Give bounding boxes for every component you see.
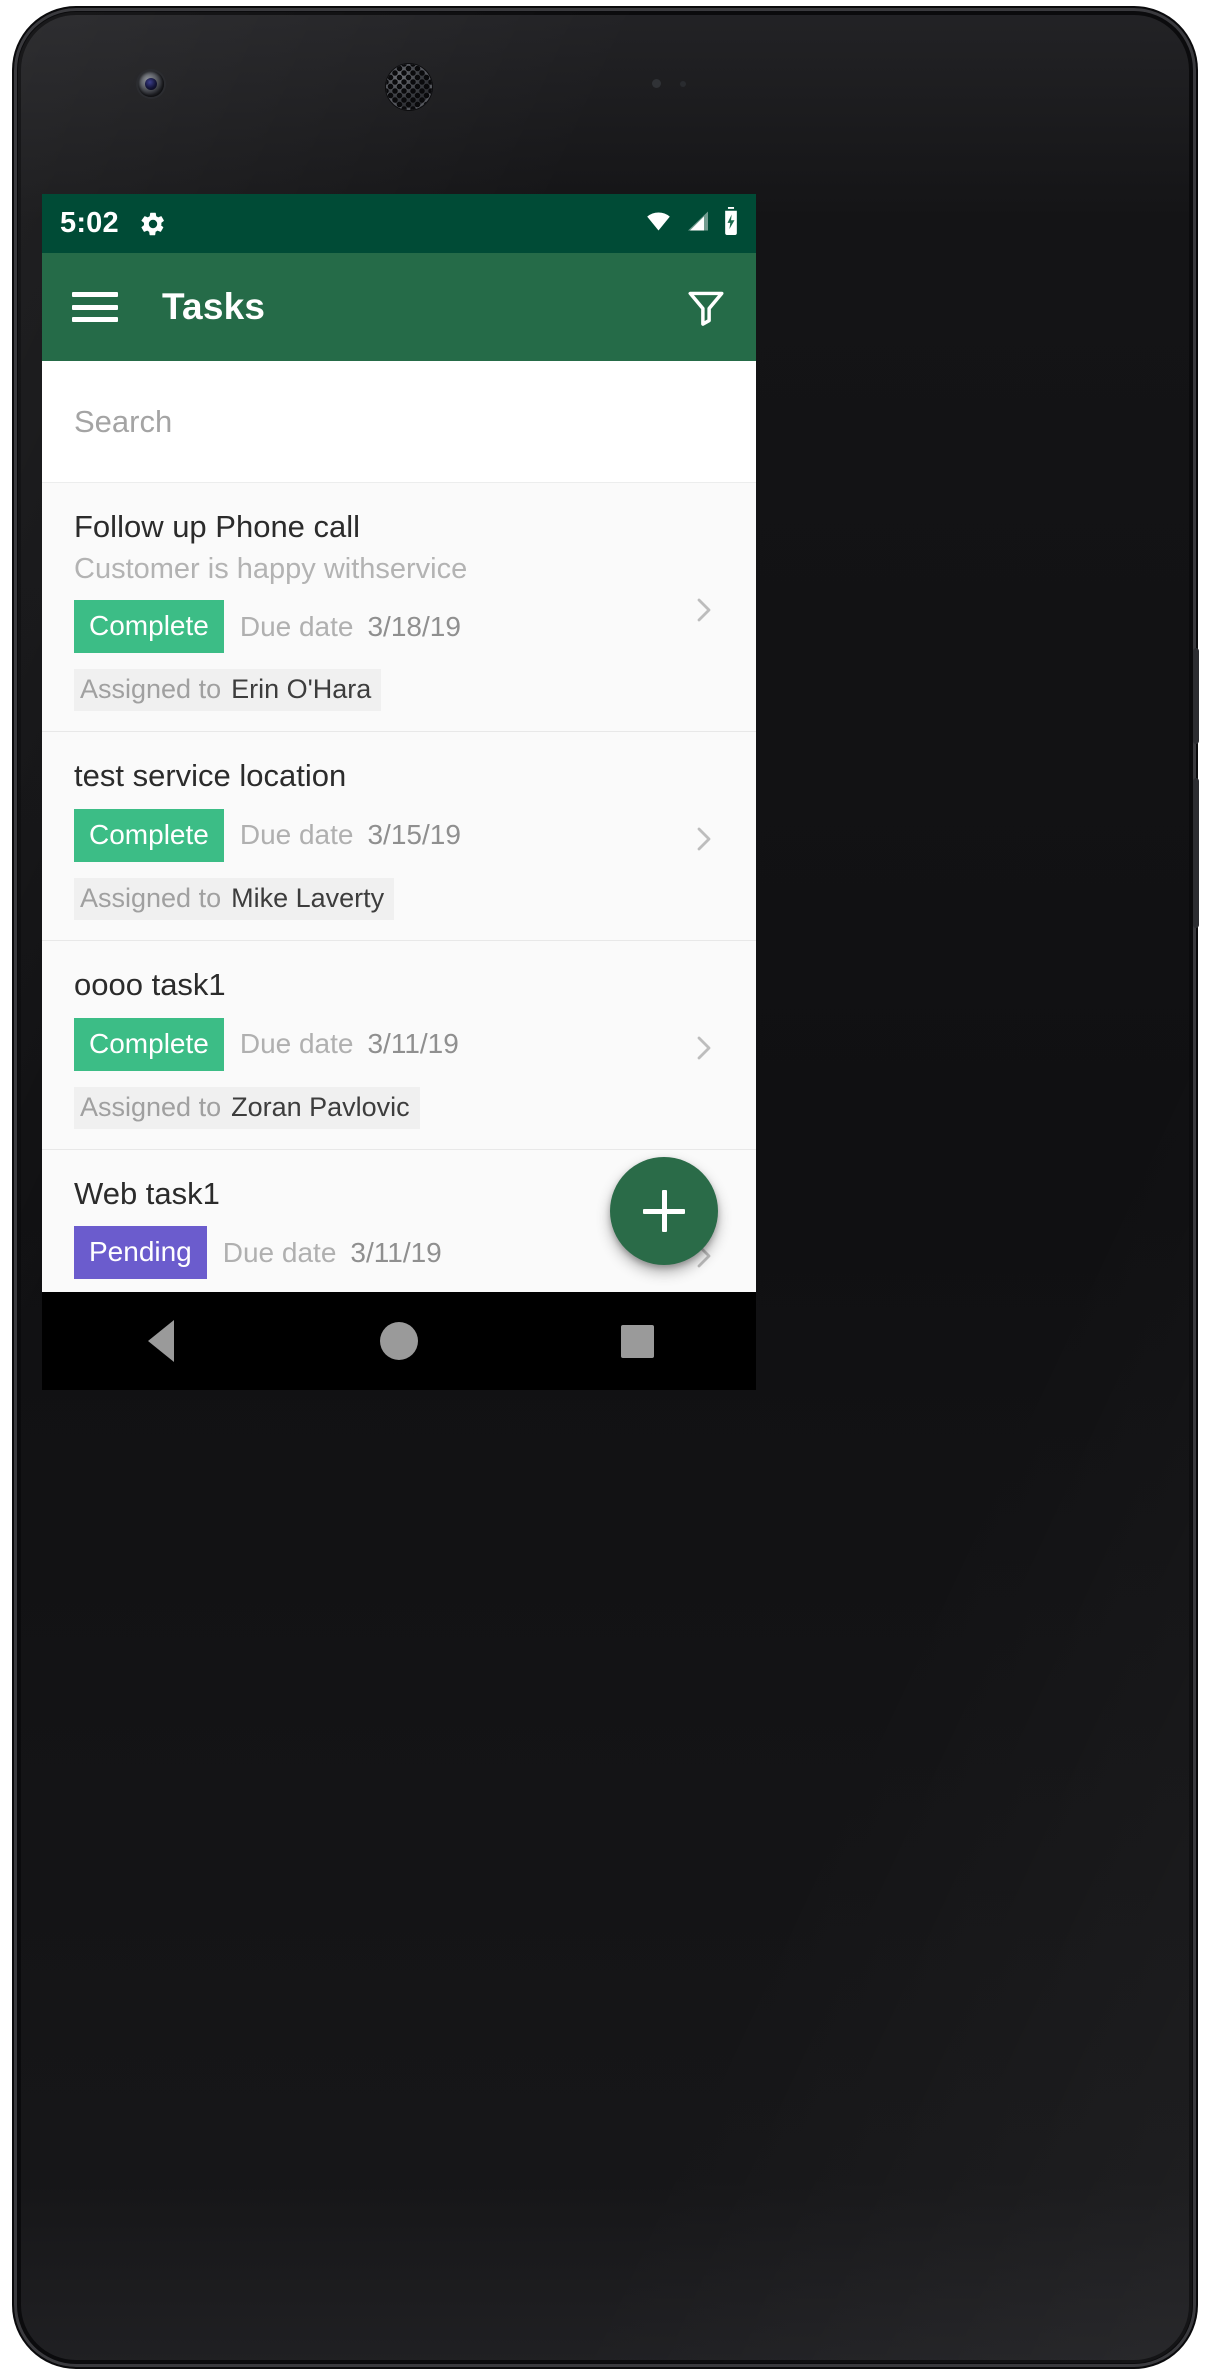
task-title: oooo task1 [74,966,226,1002]
assignee-name: Mike Laverty [231,882,385,913]
power-button[interactable] [1193,648,1199,744]
assigned-to-row: Assigned to Zoran Pavlovic [74,1086,420,1129]
due-date-value: 3/11/19 [367,1028,459,1060]
task-list-item[interactable]: oooo task1 Complete Due date 3/11/19 Ass… [42,940,756,1150]
task-content: oooo task1 Complete Due date 3/11/19 Ass… [74,967,670,1129]
due-date-value: 3/18/19 [367,610,461,642]
task-list-item[interactable]: test service location Complete Due date … [42,732,756,941]
task-title: Follow up Phone call [74,509,361,544]
due-date-label: Due date [222,1236,337,1268]
task-content: Follow up Phone call Customer is happy w… [74,509,670,712]
android-navigation-bar [42,1292,756,1390]
assigned-to-row: Assigned to Erin O'Hara [74,669,382,712]
nav-recents-button[interactable] [577,1292,697,1390]
gear-icon [139,210,167,238]
phone-screen: 5:02 Tasks Search Follow up Phone call C… [42,194,756,1390]
earpiece-speaker-icon [386,64,432,110]
task-meta: Complete Due date 3/15/19 [74,808,670,862]
assigned-to-row: Assigned to Mike Laverty [74,877,395,920]
due-date-value: 3/11/19 [350,1236,442,1268]
hamburger-menu-icon[interactable] [72,287,118,327]
cellular-signal-icon [684,209,712,238]
search-input[interactable] [74,403,724,440]
search-field[interactable] [42,361,756,483]
proximity-sensor-icon [652,79,661,88]
task-subtitle: Customer is happy withservice [74,552,468,585]
page-title: Tasks [162,286,266,327]
add-task-fab[interactable] [610,1157,718,1265]
assignee-name: Erin O'Hara [231,674,372,705]
nav-back-triangle-icon [148,1320,174,1362]
status-badge: Complete [74,600,224,654]
volume-button[interactable] [1193,778,1199,928]
status-bar-indicators [643,207,740,240]
due-date-label: Due date [239,1028,354,1060]
due-date-label: Due date [239,819,354,851]
status-badge: Complete [74,808,224,862]
ambient-light-sensor-icon [680,81,686,87]
front-camera-icon [138,71,164,97]
nav-home-circle-icon [380,1322,418,1360]
battery-charging-icon [722,207,740,240]
nav-back-button[interactable] [101,1292,221,1390]
task-list-item[interactable]: Follow up Phone call Customer is happy w… [42,483,756,733]
status-bar-clock: 5:02 [60,207,119,239]
assignee-name: Zoran Pavlovic [231,1091,410,1122]
status-bar: 5:02 [42,194,756,253]
app-bar: Tasks [42,253,756,361]
nav-home-button[interactable] [339,1292,459,1390]
status-badge: Pending [74,1226,207,1280]
task-content: test service location Complete Due date … [74,758,670,920]
task-meta: Complete Due date 3/18/19 [74,600,670,654]
nav-recents-square-icon [620,1324,654,1358]
task-meta: Pending Due date 3/11/19 [74,1226,670,1280]
task-meta: Complete Due date 3/11/19 [74,1017,670,1071]
task-title: Web task1 [74,1175,220,1211]
chevron-right-icon[interactable] [680,594,726,626]
assigned-to-label: Assigned to [80,882,222,913]
status-badge: Complete [74,1017,224,1071]
due-date-label: Due date [239,610,354,642]
assigned-to-label: Assigned to [80,674,222,705]
filter-funnel-icon[interactable] [684,285,728,329]
chevron-right-icon[interactable] [680,823,726,855]
plus-icon [661,1190,667,1232]
assigned-to-label: Assigned to [80,1091,222,1122]
due-date-value: 3/15/19 [367,819,461,851]
chevron-right-icon[interactable] [680,1032,726,1064]
wifi-icon [643,209,674,238]
task-title: test service location [74,758,347,794]
